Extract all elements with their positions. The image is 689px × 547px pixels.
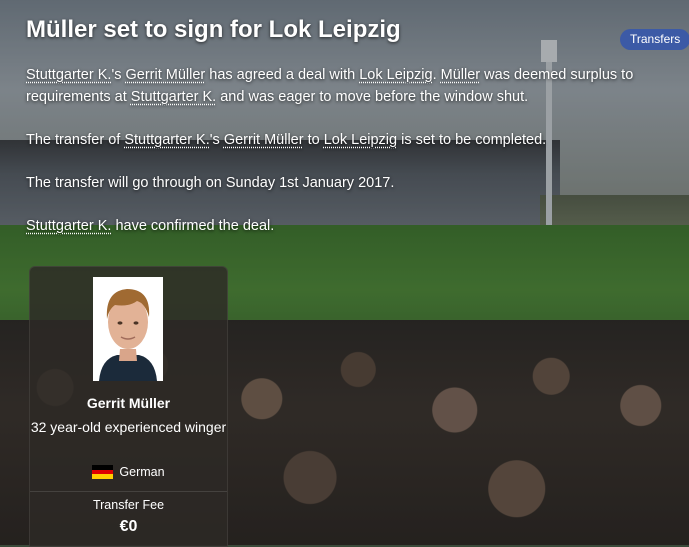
paragraph-1: Stuttgarter K.'s Gerrit Müller has agree…	[26, 64, 656, 108]
club-link-lok-leipzig[interactable]: Lok Leipzig	[324, 132, 397, 148]
paragraph-2: The transfer of Stuttgarter K.'s Gerrit …	[26, 129, 656, 151]
player-description: 32 year-old experienced winger	[30, 419, 227, 435]
club-link-stuttgarter[interactable]: Stuttgarter K.	[124, 132, 209, 148]
club-link-lok-leipzig[interactable]: Lok Leipzig	[359, 67, 432, 83]
club-link-stuttgarter[interactable]: Stuttgarter K.	[26, 67, 111, 83]
possessive-text: 's	[111, 67, 126, 83]
category-badge-transfers[interactable]: Transfers	[620, 29, 689, 50]
club-link-stuttgarter[interactable]: Stuttgarter K.	[131, 89, 216, 105]
transfer-fee-label: Transfer Fee	[92, 498, 165, 512]
body-text: The transfer of	[26, 132, 125, 148]
nationality-row: German	[30, 465, 227, 479]
nationality-label: German	[119, 465, 165, 479]
transfer-fee-value: €0	[119, 518, 138, 535]
news-body: Stuttgarter K.'s Gerrit Müller has agree…	[26, 64, 656, 258]
card-divider	[30, 491, 227, 492]
body-text: has agreed a deal with	[205, 67, 360, 83]
player-link-surname[interactable]: Müller	[441, 67, 480, 83]
body-text: have confirmed the deal.	[111, 218, 275, 234]
possessive-text: 's	[209, 132, 224, 148]
body-text: .	[432, 67, 441, 83]
player-portrait[interactable]	[93, 277, 163, 381]
player-card[interactable]: Gerrit Müller 32 year-old experienced wi…	[29, 266, 228, 547]
paragraph-3: The transfer will go through on Sunday 1…	[26, 175, 395, 191]
paragraph-4: Stuttgarter K. have confirmed the deal.	[26, 215, 656, 237]
body-text: and was eager to move before the window …	[216, 89, 529, 105]
news-title: Müller set to sign for Lok Leipzig	[26, 16, 401, 43]
body-text: is set to be completed.	[397, 132, 547, 148]
player-link-muller[interactable]: Gerrit Müller	[224, 132, 304, 148]
club-link-stuttgarter[interactable]: Stuttgarter K.	[26, 218, 111, 234]
germany-flag-icon	[92, 465, 114, 479]
body-text: to	[303, 132, 324, 148]
player-name[interactable]: Gerrit Müller	[30, 395, 227, 411]
player-link-muller[interactable]: Gerrit Müller	[125, 67, 205, 83]
